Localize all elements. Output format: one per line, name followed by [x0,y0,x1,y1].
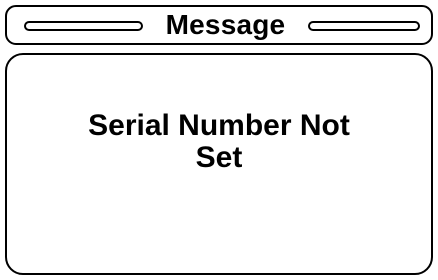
message-panel: Serial Number Not Set [5,53,433,275]
window-title: Message [165,9,286,40]
message-text: Serial Number Not Set [27,110,411,174]
message-line-1: Serial Number Not [88,109,350,142]
message-title-bar: Message [5,5,433,45]
title-left-decoration [24,21,143,31]
message-line-2: Set [195,141,243,174]
title-right-decoration [308,21,420,31]
